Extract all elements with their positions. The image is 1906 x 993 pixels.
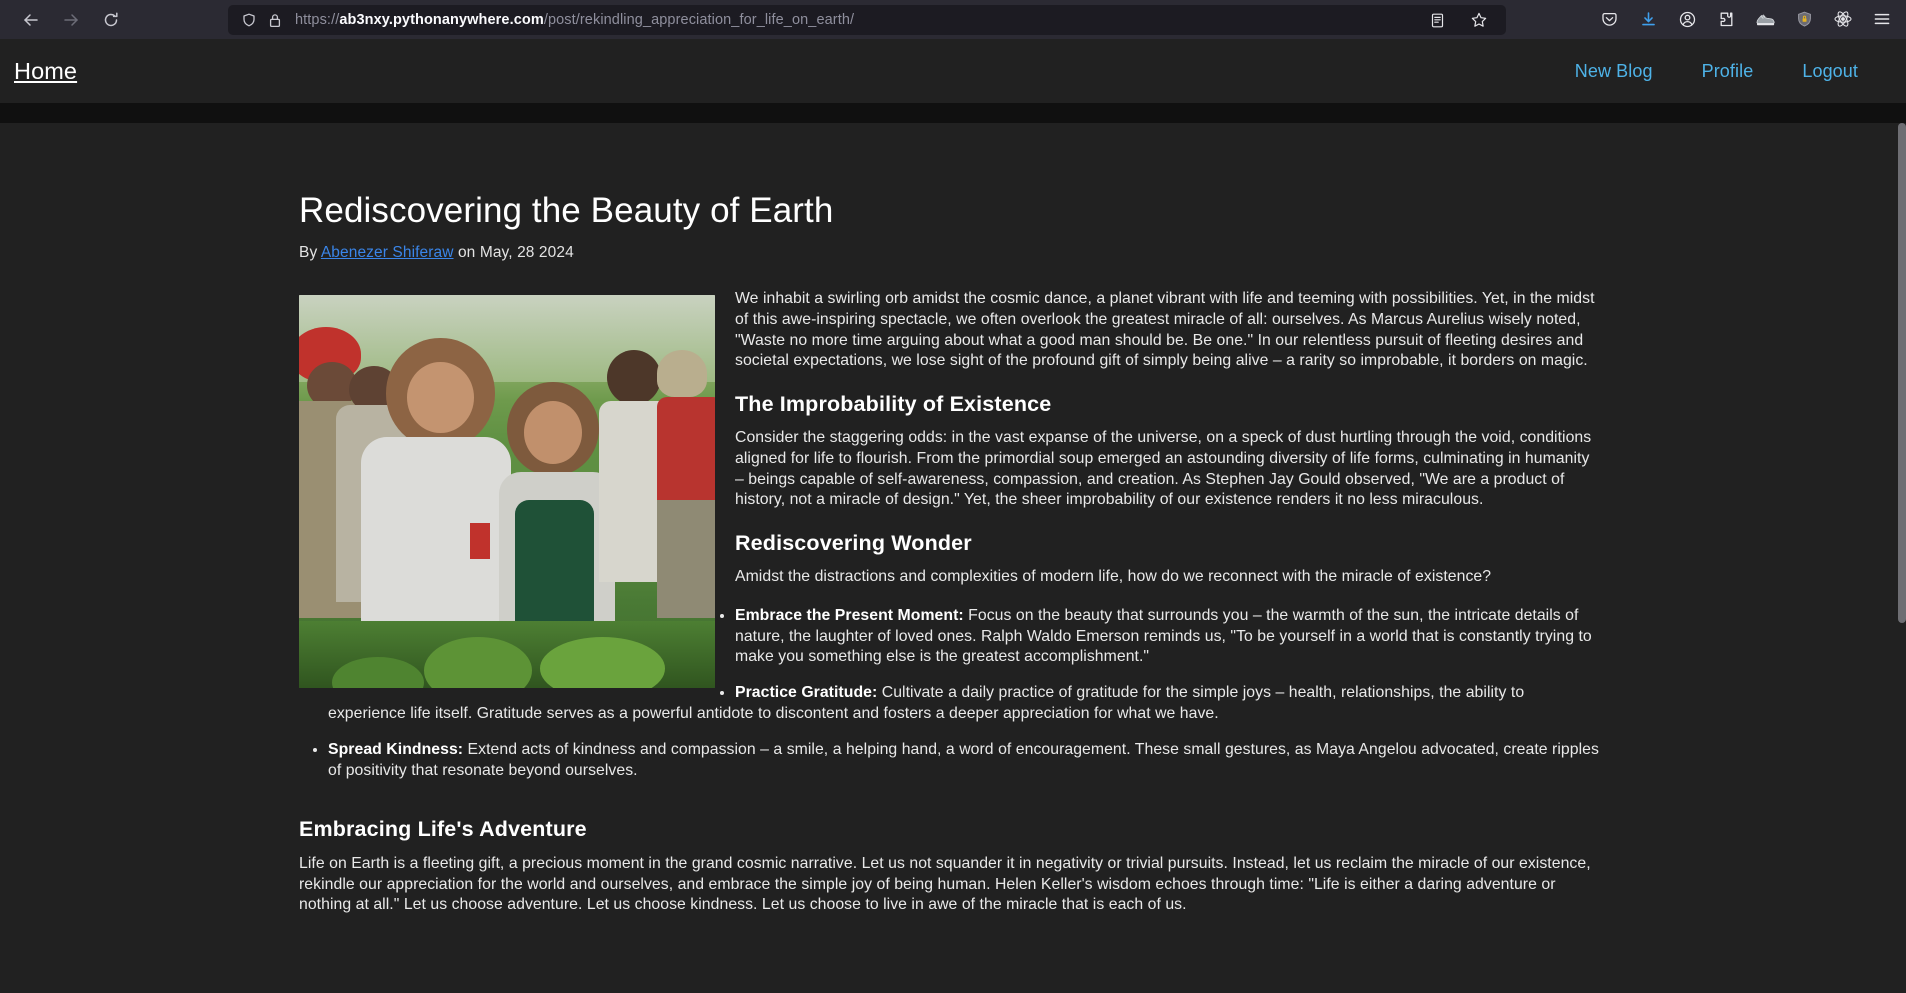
post-byline: By Abenezer Shiferaw on May, 28 2024	[299, 244, 1599, 262]
list-item: Spread Kindness: Extend acts of kindness…	[328, 740, 1599, 782]
reload-button[interactable]	[94, 4, 128, 36]
tracking-protection-shield-icon[interactable]	[236, 7, 262, 33]
browser-toolbar-icons	[1593, 3, 1898, 35]
section-body-adventure: Life on Earth is a fleeting gift, a prec…	[299, 854, 1591, 914]
pocket-icon[interactable]	[1593, 3, 1625, 35]
react-devtools-icon[interactable]	[1827, 3, 1859, 35]
hero-image-background	[299, 295, 715, 689]
url-bar[interactable]: https://ab3nxy.pythonanywhere.com/post/r…	[228, 5, 1506, 35]
brand-home-link[interactable]: Home	[14, 58, 77, 85]
scrollbar-thumb[interactable]	[1898, 123, 1906, 623]
downloads-icon[interactable]	[1632, 3, 1664, 35]
tip-text: Cultivate a daily practice of gratitude …	[328, 684, 1525, 723]
byline-prefix: By	[299, 244, 318, 262]
tip-term: Practice Gratitude:	[735, 684, 878, 702]
reload-icon	[102, 11, 120, 29]
application-menu-icon[interactable]	[1866, 3, 1898, 35]
password-manager-shield-icon[interactable]	[1788, 3, 1820, 35]
url-domain: ab3nxy.pythonanywhere.com	[339, 12, 544, 28]
forward-button[interactable]	[54, 4, 88, 36]
site-navbar: Home New Blog Profile Logout	[0, 39, 1906, 103]
nav-link-profile[interactable]: Profile	[1702, 61, 1754, 82]
browser-toolbar: https://ab3nxy.pythonanywhere.com/post/r…	[0, 0, 1906, 39]
post-date: May, 28 2024	[479, 244, 574, 262]
sneaker-extension-icon[interactable]	[1749, 3, 1781, 35]
page-content: Rediscovering the Beauty of Earth By Abe…	[0, 123, 1898, 993]
nav-link-logout[interactable]: Logout	[1802, 61, 1858, 82]
forward-arrow-icon	[62, 11, 80, 29]
blog-post-article: Rediscovering the Beauty of Earth By Abe…	[299, 123, 1599, 916]
site-nav-links: New Blog Profile Logout	[1575, 61, 1884, 82]
author-link[interactable]: Abenezer Shiferaw	[321, 244, 454, 261]
padlock-icon[interactable]	[262, 7, 288, 33]
back-button[interactable]	[14, 4, 48, 36]
tip-term: Spread Kindness:	[328, 740, 464, 758]
navbar-divider-band	[0, 103, 1906, 123]
reader-view-icon[interactable]	[1420, 4, 1454, 36]
back-arrow-icon	[22, 11, 40, 29]
page-title: Rediscovering the Beauty of Earth	[299, 191, 834, 230]
url-bar-actions	[1420, 4, 1498, 36]
tip-text: Extend acts of kindness and compassion –…	[328, 740, 1599, 779]
star-bookmark-icon[interactable]	[1462, 4, 1496, 36]
url-text[interactable]: https://ab3nxy.pythonanywhere.com/post/r…	[288, 12, 1420, 28]
closing-section: Embracing Life's Adventure Life on Earth…	[299, 797, 1599, 916]
tip-term: Embrace the Present Moment:	[735, 606, 964, 624]
byline-middle: on	[457, 244, 476, 262]
account-icon[interactable]	[1671, 3, 1703, 35]
extension-puzzle-icon[interactable]	[1710, 3, 1742, 35]
url-path: /post/rekindling_appreciation_for_life_o…	[543, 12, 855, 28]
section-heading-adventure: Embracing Life's Adventure	[299, 816, 587, 841]
page-scrollbar[interactable]	[1898, 123, 1906, 993]
post-hero-image	[299, 295, 715, 689]
nav-link-new-blog[interactable]: New Blog	[1575, 61, 1653, 82]
list-item: Practice Gratitude: Cultivate a daily pr…	[328, 683, 1599, 725]
navigation-buttons	[14, 4, 128, 36]
